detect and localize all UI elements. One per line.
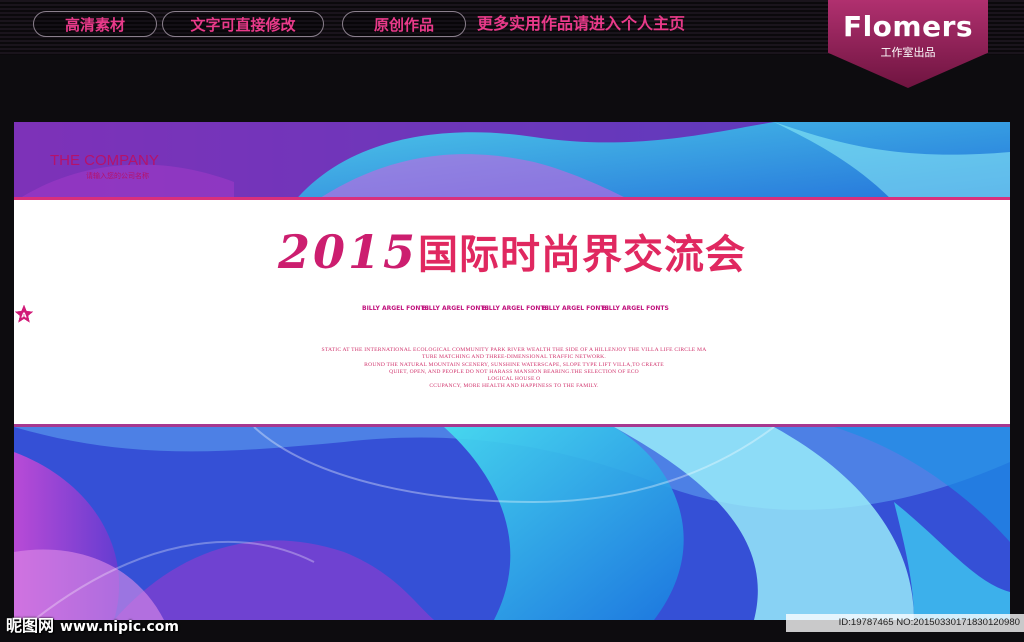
site-name: 昵图网 — [6, 616, 55, 635]
company-name: THE COMPANY — [50, 152, 159, 169]
star-icon: A — [15, 305, 33, 323]
sponsor-logo: A BILLY ARGEL FONTS — [15, 304, 669, 323]
sponsor-logo: A BILLY ARGEL FONTS — [15, 304, 609, 323]
promo-link[interactable]: 更多实用作品请进入个人主页 — [477, 11, 685, 37]
paragraph-line: ROUND THE NATURAL MOUNTAIN SCENERY, SUNS… — [364, 361, 664, 368]
logo-name: BILLY ARGEL FONTS — [482, 305, 549, 312]
logo-letter: A — [21, 312, 27, 320]
brand-name: Flomers — [842, 10, 974, 43]
site-watermark: 昵图网 www.nipic.com — [6, 612, 179, 636]
headline-title: 国际时尚界交流会 — [418, 233, 747, 277]
sponsor-logos: A BILLY ARGEL FONTS A BILLY ARGEL FONTS … — [14, 304, 1010, 323]
image-id-label: ID:19787465 NO:20150330171830120980 — [786, 614, 1024, 632]
logo-name: BILLY ARGEL FONTS — [362, 305, 429, 312]
site-url[interactable]: www.nipic.com — [60, 619, 179, 635]
logo-name: BILLY ARGEL FONTS — [542, 305, 609, 312]
sponsor-logo: A BILLY ARGEL FONTS — [15, 304, 549, 323]
paragraph-line: LOGICAL HOUSE O — [487, 376, 541, 383]
paragraph-line: STATIC AT THE INTERNATIONAL ECOLOGICAL C… — [321, 347, 707, 353]
tag-original-work[interactable]: 原创作品 — [342, 11, 466, 37]
headline-year: 2015 — [277, 225, 419, 279]
tag-hd-material[interactable]: 高清素材 — [33, 11, 157, 37]
paragraph-line: QUIET, OPEN, AND PEOPLE DO NOT HARASS MA… — [389, 368, 639, 375]
tag-editable-text[interactable]: 文字可直接修改 — [162, 11, 324, 37]
paragraph-line: CCUPANCY, MORE HEALTH AND HAPPINESS TO T… — [429, 383, 599, 390]
logo-name: BILLY ARGEL FONTS — [602, 305, 669, 312]
paragraph-line: TURE MATCHING AND THREE-DIMENSIONAL TRAF… — [421, 354, 606, 361]
headline-panel: 2015国际时尚界交流会 A BILLY ARGEL FONTS A BILLY… — [14, 197, 1010, 427]
headline: 2015国际时尚界交流会 — [14, 222, 1010, 280]
company-subtitle: 请输入您的公司名称 — [86, 172, 149, 180]
brand-subtitle: 工作室出品 — [880, 46, 936, 59]
sponsor-logo: A BILLY ARGEL FONTS — [15, 304, 489, 323]
sponsor-logo: A BILLY ARGEL FONTS — [15, 304, 429, 323]
brand-badge[interactable]: Flomers 工作室出品 — [828, 0, 988, 88]
logo-name: BILLY ARGEL FONTS — [422, 305, 489, 312]
description-paragraph: STATIC AT THE INTERNATIONAL ECOLOGICAL C… — [234, 347, 794, 391]
event-banner: THE COMPANY 请输入您的公司名称 2015国际时尚界交流会 A BIL… — [14, 122, 1010, 620]
